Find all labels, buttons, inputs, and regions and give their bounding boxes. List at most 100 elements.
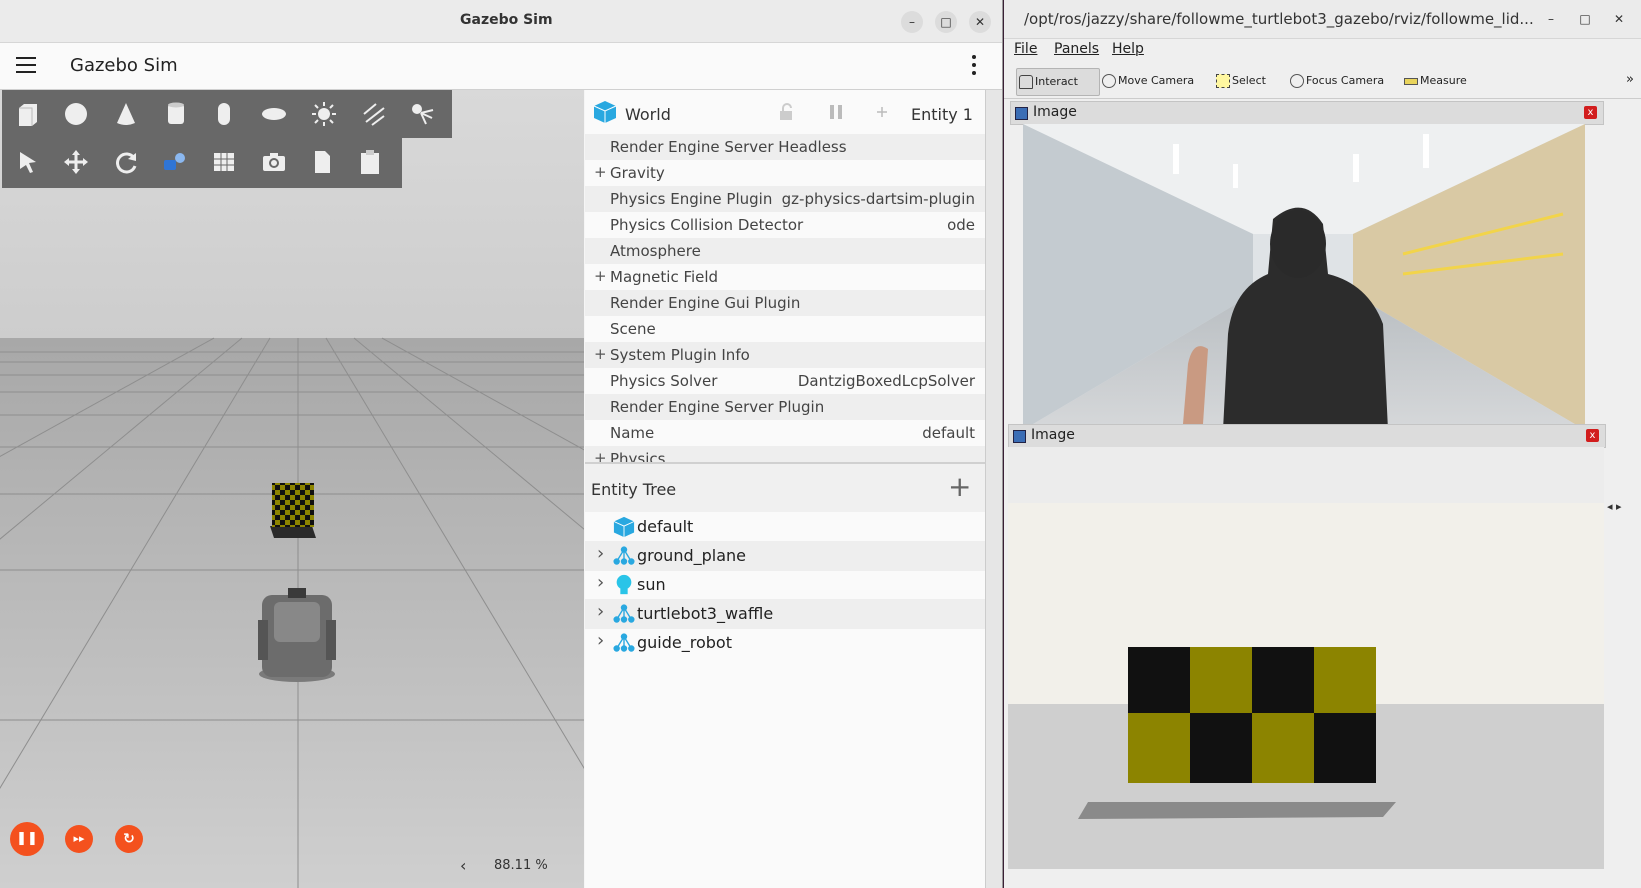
directional-light-icon[interactable] xyxy=(360,100,388,128)
expand-plus-icon[interactable]: + xyxy=(594,163,607,181)
property-key: Magnetic Field xyxy=(610,268,719,286)
window-title: Gazebo Sim xyxy=(460,12,553,28)
tool-focus-camera[interactable]: Focus Camera xyxy=(1288,68,1384,94)
property-key: Scene xyxy=(610,320,656,338)
expand-chevron-icon[interactable]: › xyxy=(597,543,604,564)
expand-chevron-icon[interactable]: › xyxy=(597,601,604,622)
lock-icon[interactable] xyxy=(778,103,794,121)
entity-row-turtlebot3-waffle[interactable]: › turtlebot3_waffle xyxy=(585,599,985,629)
close-button[interactable]: ✕ xyxy=(969,11,991,33)
ruler-icon xyxy=(1404,78,1418,85)
camera-icon[interactable] xyxy=(260,148,288,176)
plus-icon[interactable] xyxy=(877,107,887,117)
pause-button[interactable]: ❚❚ xyxy=(10,822,44,856)
hand-icon xyxy=(1019,75,1033,89)
model-icon xyxy=(613,632,635,654)
focus-camera-icon xyxy=(1290,74,1304,88)
tool-interact[interactable]: Interact xyxy=(1016,68,1100,96)
maximize-button[interactable]: □ xyxy=(1574,8,1596,30)
rviz-window: /opt/ros/jazzy/share/followme_turtlebot3… xyxy=(1004,0,1641,888)
box-icon[interactable] xyxy=(14,100,42,128)
property-key: Render Engine Server Headless xyxy=(610,138,847,156)
reset-button[interactable]: ↻ xyxy=(115,825,143,853)
pause-small-icon[interactable] xyxy=(828,104,844,120)
entity-tree-header: Entity Tree + xyxy=(585,464,985,512)
dock-close-icon[interactable]: x xyxy=(1584,106,1597,119)
property-value: ode xyxy=(947,216,975,234)
entity-row-ground-plane[interactable]: › ground_plane xyxy=(585,541,985,571)
cylinder-icon[interactable] xyxy=(162,100,190,128)
entity-row-guide-robot[interactable]: › guide_robot xyxy=(585,628,985,658)
minimize-button[interactable]: – xyxy=(1540,8,1562,30)
menu-help[interactable]: Help xyxy=(1112,41,1144,57)
dock-titlebar[interactable]: Image x xyxy=(1008,424,1606,448)
copy-icon[interactable] xyxy=(308,148,336,176)
property-row: Render Engine Server Headless xyxy=(585,134,985,160)
gazebo-titlebar[interactable]: Gazebo Sim – □ ✕ xyxy=(0,0,1002,43)
entity-name: default xyxy=(637,517,694,536)
add-entity-icon[interactable]: + xyxy=(948,470,971,503)
dock-close-icon[interactable]: x xyxy=(1586,429,1599,442)
real-time-factor: 88.11 % xyxy=(494,858,548,873)
tool-move-camera[interactable]: Move Camera xyxy=(1100,68,1194,94)
expand-chevron-icon[interactable]: › xyxy=(597,630,604,651)
rotate-icon[interactable] xyxy=(112,148,140,176)
expand-chevron-icon[interactable]: › xyxy=(597,572,604,593)
grid-config-icon[interactable] xyxy=(210,148,238,176)
dock-titlebar[interactable]: Image x xyxy=(1010,101,1604,125)
property-row[interactable]: + System Plugin Info xyxy=(585,342,985,368)
property-row: Scene xyxy=(585,316,985,342)
maximize-button[interactable]: □ xyxy=(935,11,957,33)
more-options-icon[interactable] xyxy=(972,55,976,79)
property-key: Gravity xyxy=(610,164,665,182)
tool-measure[interactable]: Measure xyxy=(1402,68,1467,94)
toolbar-overflow-icon[interactable]: » xyxy=(1626,72,1634,87)
window-title: /opt/ros/jazzy/share/followme_turtlebot3… xyxy=(1024,10,1534,28)
side-panel: World Entity 1 Render Engine Server Head… xyxy=(585,90,985,888)
property-row[interactable]: + Gravity xyxy=(585,160,985,186)
expand-plus-icon[interactable]: + xyxy=(594,267,607,285)
minimize-button[interactable]: – xyxy=(901,11,923,33)
property-key: Render Engine Gui Plugin xyxy=(610,294,801,312)
paste-icon[interactable] xyxy=(356,148,384,176)
expand-plus-icon[interactable]: + xyxy=(594,345,607,363)
ellipsoid-icon[interactable] xyxy=(260,100,288,128)
menu-bar: File Panels Help xyxy=(1004,38,1641,62)
entity-name: ground_plane xyxy=(637,546,746,565)
cone-icon[interactable] xyxy=(112,100,140,128)
close-button[interactable]: ✕ xyxy=(1608,8,1630,30)
entity-row-default[interactable]: default xyxy=(585,512,985,542)
rviz-titlebar[interactable]: /opt/ros/jazzy/share/followme_turtlebot3… xyxy=(1004,0,1641,39)
collapse-arrow-icon[interactable]: ‹ xyxy=(460,856,466,875)
tool-bar: Interact Move Camera Select Focus Camera… xyxy=(1004,62,1641,99)
capsule-icon[interactable] xyxy=(210,100,238,128)
step-button[interactable]: ▸▸ xyxy=(65,825,93,853)
entity-row-sun[interactable]: › sun xyxy=(585,570,985,600)
property-row[interactable]: + Magnetic Field xyxy=(585,264,985,290)
transform-control-icon[interactable] xyxy=(160,148,188,176)
expand-plus-icon[interactable]: + xyxy=(594,449,607,462)
spot-light-icon[interactable] xyxy=(408,100,436,128)
hamburger-menu-icon[interactable] xyxy=(16,57,36,78)
select-arrow-icon[interactable] xyxy=(14,148,42,176)
shapes-toolbar xyxy=(2,90,452,138)
menu-file[interactable]: File xyxy=(1014,41,1037,57)
tools-toolbar xyxy=(2,138,402,188)
entity-name: guide_robot xyxy=(637,633,732,652)
property-key: Physics xyxy=(610,450,666,462)
scene-3d-view[interactable] xyxy=(0,90,584,888)
sphere-icon[interactable] xyxy=(62,100,90,128)
side-collapse-arrows[interactable]: ◂ ▸ xyxy=(1607,500,1622,513)
property-row[interactable]: + Physics xyxy=(585,446,985,462)
property-key: Physics Collision Detector xyxy=(610,216,804,234)
property-value: DantzigBoxedLcpSolver xyxy=(797,372,975,390)
entity-id: Entity 1 xyxy=(911,105,973,124)
point-light-icon[interactable] xyxy=(310,100,338,128)
image-panel-icon xyxy=(1015,107,1028,120)
property-row: Render Engine Gui Plugin xyxy=(585,290,985,316)
menu-panels[interactable]: Panels xyxy=(1054,41,1099,57)
panel-scrollbar[interactable] xyxy=(985,90,1002,888)
tool-select[interactable]: Select xyxy=(1214,68,1266,94)
translate-icon[interactable] xyxy=(62,148,90,176)
entity-tree-title: Entity Tree xyxy=(591,480,677,499)
